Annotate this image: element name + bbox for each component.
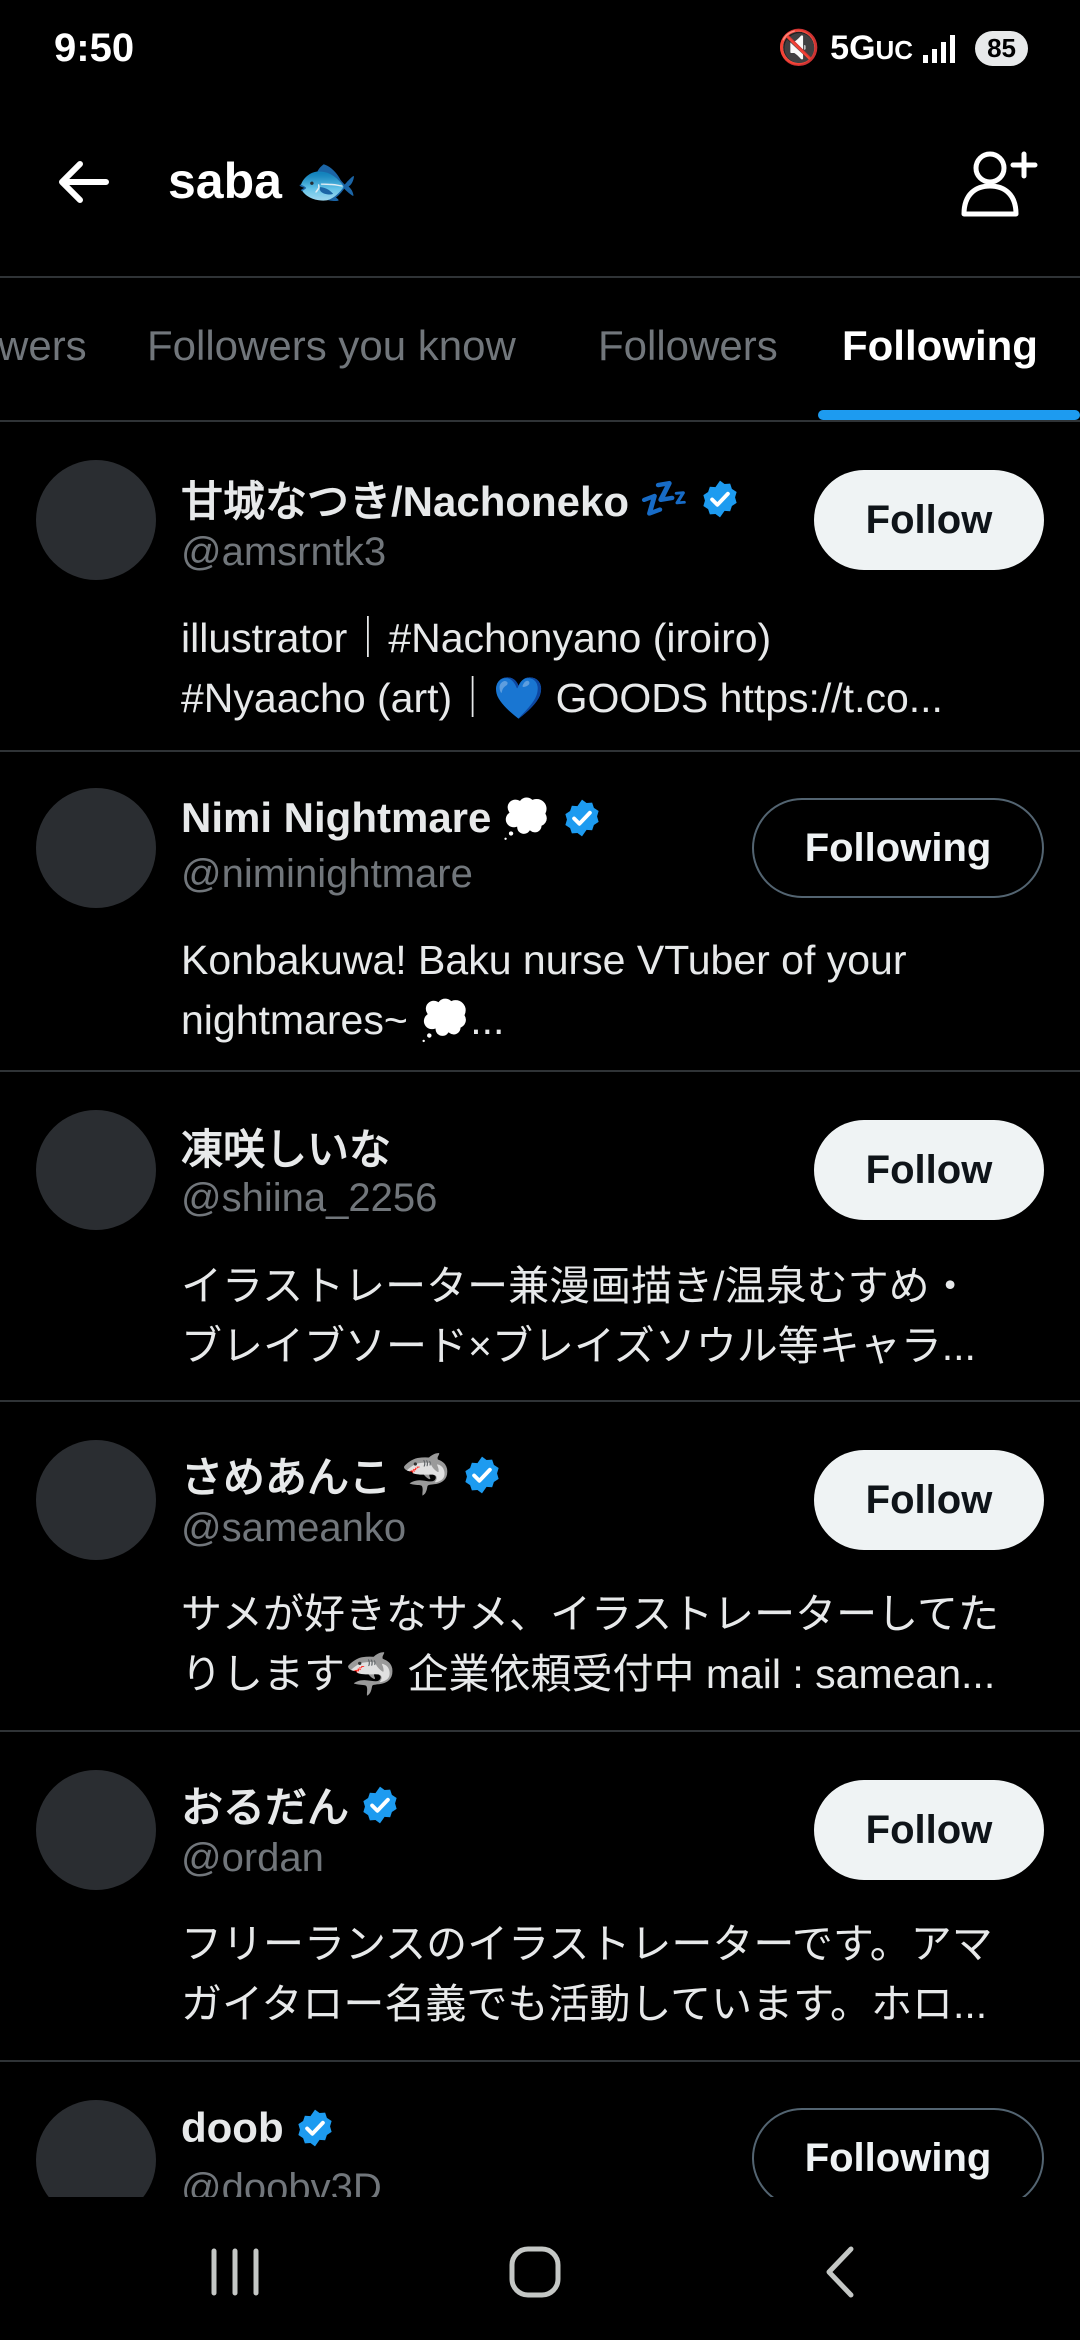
user-name: おるだん: [181, 1784, 350, 1831]
tab-followers-truncated[interactable]: wers: [0, 322, 87, 370]
system-nav-bar: [0, 2197, 1080, 2340]
bio-line: illustrator｜#Nachonyano (iroiro): [181, 615, 772, 661]
avatar[interactable]: [36, 1110, 156, 1230]
list-item[interactable]: 甘城なつき/Nachoneko 💤 @amsrntk3 illustrator｜…: [0, 422, 1080, 752]
tab-bar: wers Followers you know Followers Follow…: [0, 280, 1080, 420]
list-item[interactable]: 凍咲しいな @shiina_2256 イラストレーター兼漫画描き/温泉むすめ・ …: [0, 1072, 1080, 1402]
back-arrow-icon[interactable]: [52, 150, 116, 214]
shark-emoji-icon: 🦈: [401, 1453, 451, 1497]
avatar[interactable]: [36, 2100, 156, 2197]
follow-button[interactable]: Follow: [814, 1450, 1044, 1550]
user-handle: @ordan: [181, 1836, 324, 1880]
user-name-line: doob: [181, 2104, 336, 2152]
user-name: doob: [181, 2104, 284, 2151]
bio-line: フリーランスのイラストレーターです。アマ: [181, 1921, 993, 1967]
user-name-line: おるだん: [181, 1774, 401, 1835]
user-name: 凍咲しいな: [181, 1126, 392, 1173]
user-name-line: Nimi Nightmare 💭: [181, 794, 603, 842]
bio-line: ブレイブソード×ブレイズソウル等キャラ...: [181, 1323, 976, 1369]
tab-following[interactable]: Following: [842, 322, 1038, 370]
list-item[interactable]: おるだん @ordan フリーランスのイラストレーターです。アマ ガイタロー名義…: [0, 1732, 1080, 2062]
follow-button[interactable]: Follow: [814, 470, 1044, 570]
user-name-line: さめあんこ 🦈: [181, 1444, 503, 1505]
user-bio: サメが好きなサメ、イラストレーターしてた りします🦈 企業依頼受付中 mail …: [181, 1584, 1051, 1704]
back-nav-icon[interactable]: [805, 2237, 875, 2307]
avatar[interactable]: [36, 788, 156, 908]
user-bio: イラストレーター兼漫画描き/温泉むすめ・ ブレイブソード×ブレイズソウル等キャラ…: [181, 1256, 1051, 1376]
user-bio: illustrator｜#Nachonyano (iroiro) #Nyaach…: [181, 608, 1051, 728]
page-title: saba 🐟: [168, 153, 359, 209]
status-icons: 🔇 5GUC 85: [778, 28, 1028, 68]
user-handle: @shiina_2256: [181, 1176, 438, 1220]
bio-line: ガイタロー名義でも活動しています。ホロ...: [181, 1981, 988, 2027]
network-label: 5GUC: [830, 28, 914, 67]
home-icon[interactable]: [500, 2237, 570, 2307]
mute-icon: 🔇: [777, 29, 821, 67]
user-bio: フリーランスのイラストレーターです。アマ ガイタロー名義でも活動しています。ホロ…: [181, 1914, 1051, 2034]
profile-header: saba 🐟: [0, 110, 1080, 260]
following-button[interactable]: Following: [752, 798, 1044, 898]
thought-bubble-emoji-icon: 💭: [501, 796, 552, 841]
header-divider: [0, 276, 1080, 278]
battery-badge: 85: [975, 30, 1028, 66]
bio-line: りします🦈 企業依頼受付中 mail : samean...: [181, 1651, 996, 1697]
list-item[interactable]: Nimi Nightmare 💭 @niminightmare Konbakuw…: [0, 752, 1080, 1072]
verified-badge-icon: [465, 1456, 499, 1493]
add-user-icon[interactable]: [958, 144, 1038, 224]
following-list: 甘城なつき/Nachoneko 💤 @amsrntk3 illustrator｜…: [0, 422, 1080, 2197]
user-name-line: 凍咲しいな: [181, 1116, 391, 1177]
bio-line: サメが好きなサメ、イラストレーターしてた: [181, 1591, 999, 1637]
list-item[interactable]: doob @doobv3D Following: [0, 2062, 1080, 2197]
verified-badge-icon: [298, 2109, 332, 2147]
bio-line: nightmares~ 💭...: [181, 997, 505, 1043]
bio-line: #Nyaacho (art)｜💙 GOODS https://t.co...: [181, 675, 943, 721]
tab-followers[interactable]: Followers: [598, 322, 778, 370]
following-button[interactable]: Following: [752, 2108, 1044, 2197]
avatar[interactable]: [36, 460, 156, 580]
avatar[interactable]: [36, 1770, 156, 1890]
status-bar: 9:50 🔇 5GUC 85: [0, 0, 1080, 100]
list-item[interactable]: さめあんこ 🦈 @sameanko サメが好きなサメ、イラストレーターしてた り…: [0, 1402, 1080, 1732]
user-handle: @sameanko: [181, 1506, 407, 1550]
user-handle: @amsrntk3: [181, 530, 387, 574]
follow-button[interactable]: Follow: [814, 1780, 1044, 1880]
user-name: さめあんこ: [181, 1454, 392, 1501]
user-name: 甘城なつき/Nachoneko: [181, 478, 630, 525]
user-handle: @niminightmare: [181, 852, 473, 896]
bio-line: イラストレーター兼漫画描き/温泉むすめ・: [181, 1263, 971, 1309]
verified-badge-icon: [565, 799, 599, 837]
active-tab-indicator: [818, 410, 1080, 420]
recent-apps-icon[interactable]: [200, 2237, 270, 2307]
user-handle: @doobv3D: [181, 2166, 382, 2197]
user-name: Nimi Nightmare: [181, 794, 492, 841]
verified-badge-icon: [363, 1786, 397, 1823]
bio-line: Konbakuwa! Baku nurse VTuber of your: [181, 937, 907, 983]
follow-button[interactable]: Follow: [814, 1120, 1044, 1220]
verified-badge-icon: [703, 480, 737, 517]
user-name-line: 甘城なつき/Nachoneko 💤: [181, 468, 741, 529]
signal-icon: [923, 35, 956, 63]
avatar[interactable]: [36, 1440, 156, 1560]
user-bio: Konbakuwa! Baku nurse VTuber of your nig…: [181, 930, 1051, 1050]
tab-followers-you-know[interactable]: Followers you know: [147, 322, 516, 370]
sleep-emoji-icon: 💤: [639, 477, 689, 521]
status-time: 9:50: [54, 26, 135, 70]
